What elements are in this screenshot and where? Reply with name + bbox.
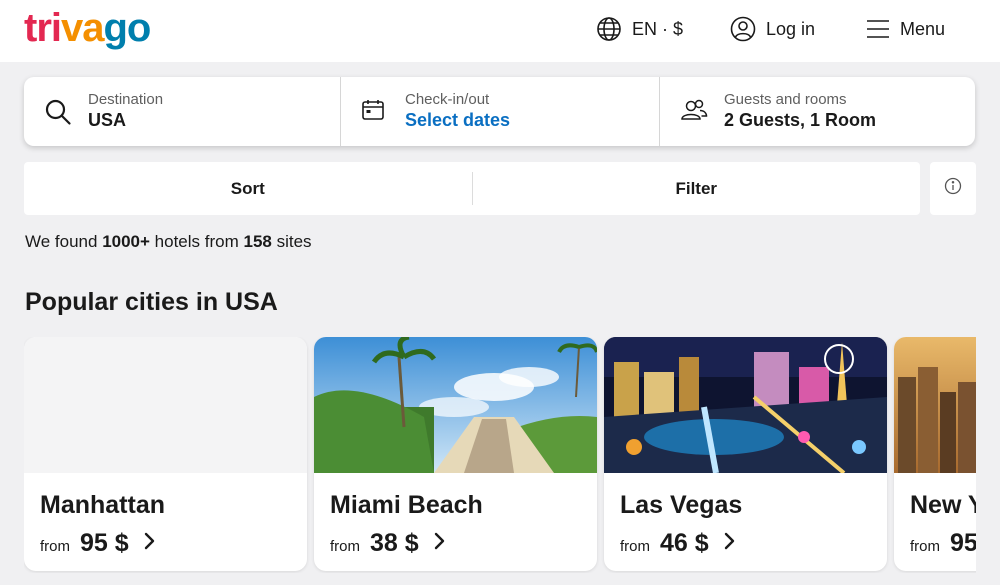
city-name: Manhattan bbox=[40, 491, 165, 519]
logo-part-3: go bbox=[103, 6, 152, 50]
city-name: Miami Beach bbox=[330, 491, 483, 519]
city-price: 95 $ bbox=[80, 529, 129, 557]
popular-cities-title: Popular cities in USA bbox=[25, 288, 278, 316]
guests-value: 2 Guests, 1 Room bbox=[724, 110, 877, 130]
city-price: 46 $ bbox=[660, 529, 709, 557]
chevron-right-icon bbox=[433, 532, 445, 555]
trivago-logo[interactable]: trivago bbox=[24, 6, 152, 50]
from-label: from bbox=[330, 538, 360, 555]
from-label: from bbox=[620, 538, 650, 555]
city-card-las-vegas[interactable]: Las Vegas from 46 $ bbox=[604, 337, 887, 571]
guests-label: Guests and rooms bbox=[724, 91, 847, 108]
dates-value: Select dates bbox=[405, 110, 511, 130]
search-icon bbox=[44, 98, 72, 131]
city-name: New Y bbox=[910, 491, 976, 519]
hamburger-icon bbox=[866, 19, 890, 39]
city-image bbox=[314, 337, 597, 473]
search-form: Destination USA Check-in/out Select date… bbox=[24, 77, 975, 146]
guests-field[interactable]: Guests and rooms 2 Guests, 1 Room bbox=[659, 77, 975, 146]
chevron-right-icon bbox=[143, 532, 155, 555]
results-suffix: sites bbox=[271, 232, 312, 251]
logo-part-2: va bbox=[61, 6, 104, 50]
chevron-right-icon bbox=[723, 532, 735, 555]
top-header: trivago EN · $ Log in Menu bbox=[0, 0, 1000, 62]
city-card-new-york[interactable]: New Y from 95 bbox=[894, 337, 976, 571]
price-row: from 95 $ bbox=[40, 529, 155, 557]
city-card-manhattan[interactable]: Manhattan from 95 $ bbox=[24, 337, 307, 571]
language-currency-label: EN · $ bbox=[632, 18, 684, 39]
dates-label: Check-in/out bbox=[405, 91, 490, 108]
city-price: 38 $ bbox=[370, 529, 419, 557]
city-image bbox=[894, 337, 976, 473]
results-summary: We found 1000+ hotels from 158 sites bbox=[25, 232, 312, 252]
destination-field[interactable]: Destination USA bbox=[24, 77, 340, 146]
dates-field[interactable]: Check-in/out Select dates bbox=[340, 77, 659, 146]
globe-icon bbox=[596, 16, 622, 42]
city-name: Las Vegas bbox=[620, 491, 743, 519]
login-button[interactable]: Log in bbox=[730, 14, 815, 44]
city-carousel: Manhattan from 95 $ Miami Beach from 38 … bbox=[24, 337, 976, 573]
info-icon bbox=[944, 177, 962, 200]
sort-button[interactable]: Sort bbox=[24, 162, 472, 215]
login-label: Log in bbox=[766, 18, 816, 39]
from-label: from bbox=[910, 538, 940, 555]
menu-button[interactable]: Menu bbox=[866, 14, 945, 44]
sort-filter-bar: Sort Filter bbox=[24, 162, 920, 215]
logo-part-1: tri bbox=[24, 6, 62, 50]
city-image bbox=[24, 337, 307, 473]
city-card-miami-beach[interactable]: Miami Beach from 38 $ bbox=[314, 337, 597, 571]
filter-button[interactable]: Filter bbox=[473, 162, 921, 215]
results-middle: hotels from bbox=[149, 232, 244, 251]
results-prefix: We found bbox=[25, 232, 103, 251]
price-row: from 38 $ bbox=[330, 529, 445, 557]
calendar-icon bbox=[361, 98, 385, 127]
city-image bbox=[604, 337, 887, 473]
city-price: 95 bbox=[950, 529, 976, 557]
from-label: from bbox=[40, 538, 70, 555]
site-count: 158 bbox=[243, 232, 272, 251]
price-row: from 95 bbox=[910, 529, 976, 557]
destination-value: USA bbox=[88, 110, 127, 130]
info-button[interactable] bbox=[930, 162, 976, 215]
guests-icon bbox=[680, 98, 708, 127]
user-icon bbox=[730, 16, 756, 42]
price-row: from 46 $ bbox=[620, 529, 735, 557]
destination-label: Destination bbox=[88, 91, 164, 108]
hotel-count: 1000+ bbox=[102, 232, 150, 251]
menu-label: Menu bbox=[900, 18, 946, 39]
language-currency-button[interactable]: EN · $ bbox=[596, 14, 683, 44]
